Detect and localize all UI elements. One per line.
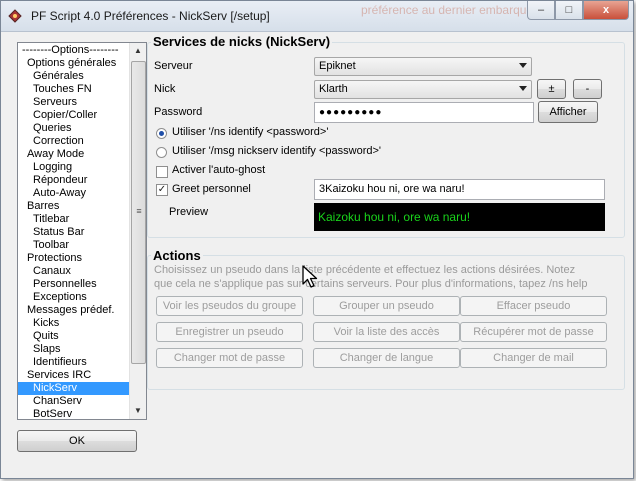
- ns-identify-radio[interactable]: [156, 128, 167, 139]
- server-select-value: Epiknet: [319, 60, 356, 72]
- scroll-grip-icon: ≡: [135, 207, 143, 215]
- greet-input[interactable]: 3Kaizoku hou ni, ore wa naru!: [314, 179, 605, 200]
- nickserv-group-title: Services de nicks (NickServ): [151, 34, 332, 49]
- nick-select-value: Klarth: [319, 83, 348, 95]
- remove-nick-button[interactable]: -: [573, 79, 602, 99]
- options-list-item[interactable]: Slaps: [18, 343, 143, 356]
- options-list-item[interactable]: Canaux: [18, 265, 143, 278]
- options-list-item[interactable]: Correction: [18, 135, 143, 148]
- nick-select[interactable]: Klarth: [314, 80, 532, 99]
- window-title: PF Script 4.0 Préférences - NickServ [/s…: [31, 9, 270, 23]
- greet-label[interactable]: Greet personnel: [172, 183, 251, 195]
- actions-group-title: Actions: [151, 248, 203, 263]
- options-list-item[interactable]: Répondeur: [18, 174, 143, 187]
- options-list-item[interactable]: Quits: [18, 330, 143, 343]
- options-list-item[interactable]: ChanServ: [18, 395, 143, 408]
- actions-help-text: Choisissez un pseudo dans la liste précé…: [154, 263, 594, 291]
- options-list-item[interactable]: Status Bar: [18, 226, 143, 239]
- autoghost-label[interactable]: Activer l'auto-ghost: [172, 164, 265, 176]
- action-button[interactable]: Récupérer mot de passe: [460, 322, 607, 342]
- ns-identify-radio-label[interactable]: Utiliser '/ns identify <password>': [172, 126, 328, 138]
- options-list-item[interactable]: Barres: [18, 200, 137, 213]
- action-button[interactable]: Changer de langue: [313, 348, 460, 368]
- title-bar[interactable]: PF Script 4.0 Préférences - NickServ [/s…: [1, 1, 633, 32]
- action-button[interactable]: Changer de mail: [460, 348, 607, 368]
- preview-label: Preview: [169, 206, 208, 218]
- preferences-window: PF Script 4.0 Préférences - NickServ [/s…: [0, 0, 634, 479]
- options-list-item[interactable]: --------Options--------: [18, 44, 132, 57]
- dialog-client-area: --------Options-------- Options générales…: [8, 32, 626, 471]
- chevron-down-icon: [519, 63, 527, 68]
- action-button[interactable]: Changer mot de passe: [156, 348, 303, 368]
- mouse-cursor-icon: [301, 264, 321, 290]
- msg-identify-radio-label[interactable]: Utiliser '/msg nickserv identify <passwo…: [172, 145, 381, 157]
- options-list-item[interactable]: Titlebar: [18, 213, 143, 226]
- nick-label: Nick: [154, 83, 175, 95]
- minimize-button[interactable]: –: [527, 1, 555, 20]
- action-button[interactable]: Voir la liste des accès: [313, 322, 460, 342]
- options-list-item[interactable]: Kicks: [18, 317, 143, 330]
- options-list-scrollbar[interactable]: ▲ ≡ ▼: [129, 43, 146, 419]
- options-list-item[interactable]: Auto-Away: [18, 187, 143, 200]
- options-list-item[interactable]: Copier/Coller: [18, 109, 143, 122]
- options-list-item[interactable]: Toolbar: [18, 239, 143, 252]
- options-list-item[interactable]: Générales: [18, 70, 143, 83]
- show-password-button[interactable]: Afficher: [538, 101, 598, 123]
- msg-identify-radio[interactable]: [156, 147, 167, 158]
- options-list-item[interactable]: Queries: [18, 122, 143, 135]
- greet-checkbox[interactable]: ✓: [156, 184, 168, 196]
- options-list-item[interactable]: Messages prédef.: [18, 304, 137, 317]
- server-label: Serveur: [154, 60, 193, 72]
- maximize-button[interactable]: □: [555, 1, 583, 20]
- options-list-item[interactable]: Exceptions: [18, 291, 143, 304]
- ok-button[interactable]: OK: [17, 430, 137, 452]
- options-list-item[interactable]: Services IRC: [18, 369, 137, 382]
- options-list-item[interactable]: Protections: [18, 252, 137, 265]
- options-list[interactable]: --------Options-------- Options générales…: [17, 42, 147, 420]
- add-nick-button[interactable]: ±: [537, 79, 566, 99]
- scroll-up-arrow-icon[interactable]: ▲: [130, 43, 146, 59]
- options-list-item[interactable]: NickServ: [18, 382, 143, 395]
- server-select[interactable]: Epiknet: [314, 57, 532, 76]
- options-list-item[interactable]: Identifieurs: [18, 356, 143, 369]
- scroll-thumb[interactable]: ≡: [131, 61, 146, 364]
- options-list-item[interactable]: Away Mode: [18, 148, 137, 161]
- action-button[interactable]: Grouper un pseudo: [313, 296, 460, 316]
- options-list-item[interactable]: Serveurs: [18, 96, 143, 109]
- autoghost-checkbox[interactable]: [156, 166, 168, 178]
- options-list-item[interactable]: Personnelles: [18, 278, 143, 291]
- action-button[interactable]: Effacer pseudo: [460, 296, 607, 316]
- close-button[interactable]: x: [583, 1, 629, 20]
- password-label: Password: [154, 106, 202, 118]
- action-button[interactable]: Enregistrer un pseudo: [156, 322, 303, 342]
- options-list-item[interactable]: Options générales: [18, 57, 137, 70]
- password-field[interactable]: ●●●●●●●●●: [314, 102, 534, 123]
- greet-preview: Kaizoku hou ni, ore wa naru!: [314, 203, 605, 231]
- chevron-down-icon: [519, 86, 527, 91]
- scroll-down-arrow-icon[interactable]: ▼: [130, 403, 146, 419]
- options-list-item[interactable]: Touches FN: [18, 83, 143, 96]
- options-list-item[interactable]: Logging: [18, 161, 143, 174]
- options-list-item[interactable]: BotServ: [18, 408, 143, 420]
- app-icon: [8, 9, 22, 23]
- action-button[interactable]: Voir les pseudos du groupe: [156, 296, 303, 316]
